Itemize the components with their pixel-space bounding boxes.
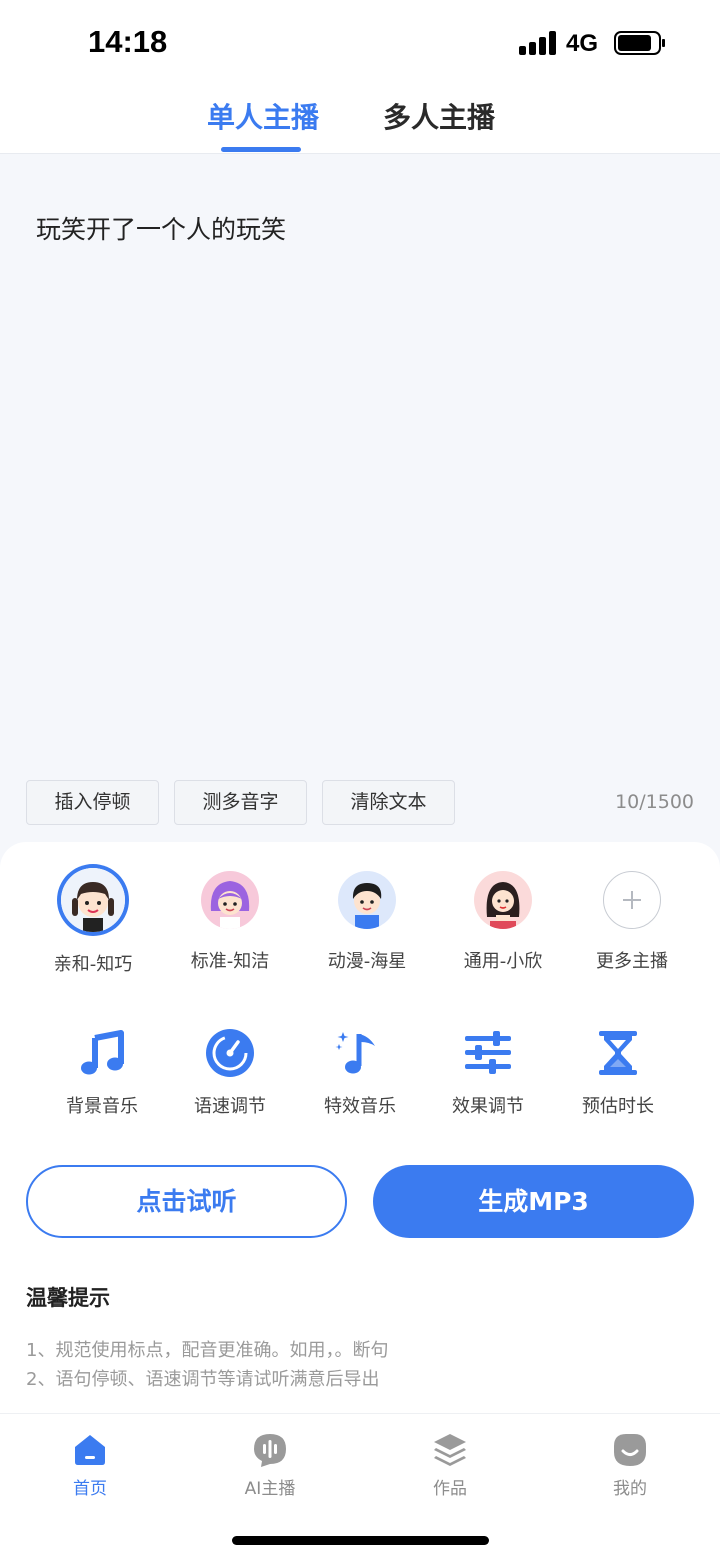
girl-braids-avatar: [61, 868, 125, 932]
status-bar: 14:18 4G: [0, 0, 720, 84]
speed-adjust-button[interactable]: 语速调节: [170, 1028, 290, 1118]
nav-home[interactable]: 首页: [30, 1432, 150, 1499]
tip-item: 2、语句停顿、语速调节等请试听满意后导出: [26, 1369, 380, 1390]
tab-single-anchor[interactable]: 单人主播: [207, 96, 319, 136]
woman-avatar: [474, 871, 532, 929]
char-count: 10/1500: [615, 791, 694, 813]
signal-icon: [519, 31, 557, 55]
sparkle-music-icon: [335, 1032, 375, 1074]
background-music-button[interactable]: 背景音乐: [42, 1028, 162, 1118]
nav-label: 作品: [433, 1479, 467, 1499]
nav-label: 我的: [613, 1479, 647, 1499]
polyphone-check-button[interactable]: 测多音字: [174, 780, 307, 825]
effect-adjust-button[interactable]: 效果调节: [428, 1028, 548, 1118]
editor-text[interactable]: 玩笑开了一个人的玩笑: [36, 210, 286, 246]
speedometer-icon: [206, 1029, 254, 1077]
function-label: 特效音乐: [324, 1096, 396, 1117]
anchor-label: 亲和-知巧: [53, 954, 133, 975]
anchor-xiaoxin[interactable]: 通用-小欣: [438, 868, 568, 973]
estimate-duration-button[interactable]: 预估时长: [558, 1028, 678, 1118]
home-icon: [75, 1435, 105, 1465]
anchor-zhijie[interactable]: 标准-知洁: [165, 868, 295, 973]
hourglass-icon: [599, 1031, 637, 1075]
nav-ai-anchor[interactable]: AI主播: [210, 1432, 330, 1499]
function-label: 效果调节: [452, 1096, 524, 1117]
preview-listen-button[interactable]: 点击试听: [26, 1165, 347, 1238]
sliders-icon: [465, 1031, 511, 1074]
control-panel: 亲和-知巧 标准-知洁 动漫-海星 通用-小欣 更多主播 背景音乐 语速调节 特…: [0, 842, 720, 1417]
anchor-mode-tabs: 单人主播 多人主播: [0, 84, 720, 154]
nav-works[interactable]: 作品: [390, 1432, 510, 1499]
nav-label: AI主播: [244, 1479, 296, 1499]
function-label: 预估时长: [582, 1096, 654, 1117]
insert-pause-button[interactable]: 插入停顿: [26, 780, 159, 825]
home-indicator: [232, 1536, 489, 1545]
layers-icon: [434, 1434, 466, 1466]
function-label: 语速调节: [194, 1096, 266, 1117]
nav-label: 首页: [73, 1479, 107, 1499]
more-anchors-button[interactable]: 更多主播: [567, 868, 697, 973]
function-label: 背景音乐: [66, 1096, 138, 1117]
status-time: 14:18: [88, 24, 168, 59]
anchor-label: 通用-小欣: [463, 951, 543, 972]
clear-text-button[interactable]: 清除文本: [322, 780, 455, 825]
smile-icon: [614, 1434, 646, 1466]
tip-item: 1、规范使用标点，配音更准确。如用，。断句: [26, 1340, 389, 1361]
effect-music-button[interactable]: 特效音乐: [300, 1028, 420, 1118]
tab-multi-anchor[interactable]: 多人主播: [383, 96, 495, 136]
girl-purple-hair-avatar: [201, 871, 259, 929]
anchor-label: 标准-知洁: [190, 951, 270, 972]
network-label: 4G: [566, 30, 599, 57]
mic-bubble-icon: [254, 1434, 286, 1467]
music-note-icon: [81, 1030, 124, 1075]
battery-icon: [614, 31, 665, 55]
tips-title: 温馨提示: [26, 1286, 110, 1310]
generate-mp3-button[interactable]: 生成MP3: [373, 1165, 694, 1238]
tab-active-indicator: [221, 147, 301, 152]
plus-icon: [603, 871, 661, 929]
nav-mine[interactable]: 我的: [570, 1432, 690, 1499]
text-editor[interactable]: 玩笑开了一个人的玩笑 插入停顿 测多音字 清除文本 10/1500: [0, 155, 720, 845]
anchor-label: 更多主播: [596, 951, 668, 972]
anchor-haixing[interactable]: 动漫-海星: [302, 868, 432, 973]
boy-avatar: [338, 871, 396, 929]
anchor-label: 动漫-海星: [327, 951, 407, 972]
anchor-zhiqiao[interactable]: 亲和-知巧: [28, 868, 158, 976]
